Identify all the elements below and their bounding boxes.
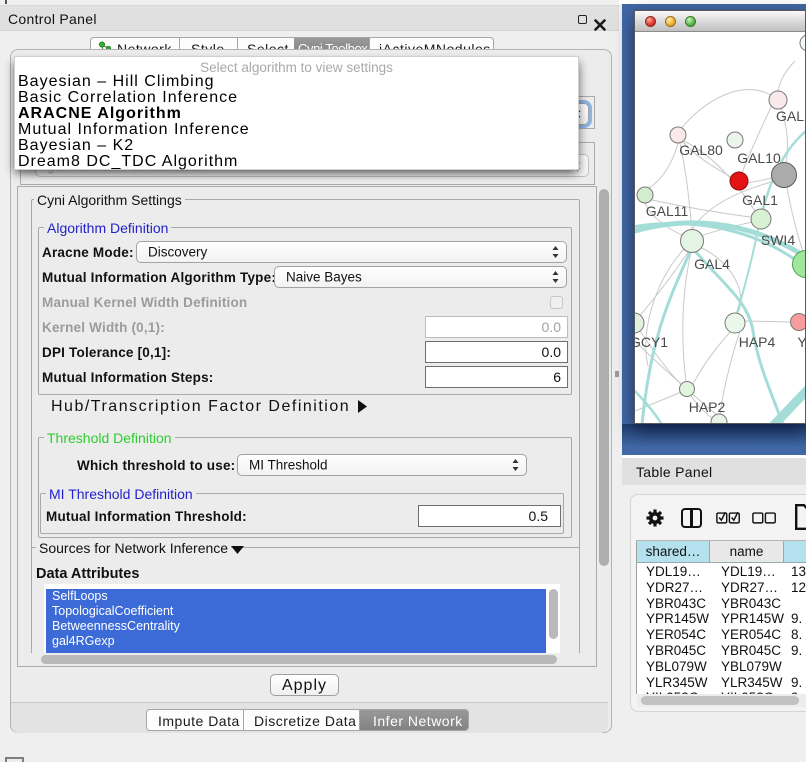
svg-text:Y: Y [797,334,805,350]
svg-text:GAL10: GAL10 [737,150,781,166]
svg-text:HAP2: HAP2 [689,399,726,415]
svg-text:GAL4: GAL4 [694,256,730,272]
svg-text:GCY1: GCY1 [635,334,668,350]
svg-text:HAP4: HAP4 [739,334,776,350]
svg-text:GAL1: GAL1 [742,192,778,208]
svg-text:GAL80: GAL80 [679,142,723,158]
svg-text:GAL11: GAL11 [646,203,689,219]
svg-text:GAL: GAL [776,108,804,124]
svg-text:SWI4: SWI4 [761,232,795,248]
